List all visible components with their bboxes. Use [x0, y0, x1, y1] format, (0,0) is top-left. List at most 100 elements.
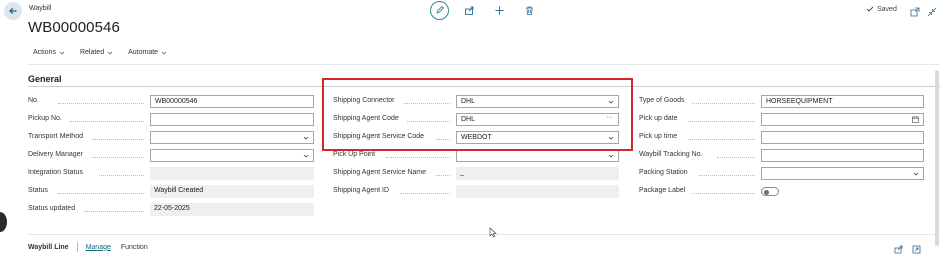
arrow-left-icon: [9, 7, 17, 15]
field-value: Waybill Created: [154, 187, 204, 194]
field-label: Type of Goods: [639, 97, 685, 104]
field-label: Shipping Agent Service Name: [333, 169, 426, 176]
chevron-down-icon: [161, 51, 167, 54]
field-row-no: No. WB00000546: [28, 95, 314, 108]
status-field: Waybill Created: [150, 185, 314, 198]
share-icon: [464, 6, 473, 15]
pick-up-time-field[interactable]: [761, 131, 924, 144]
field-label: Integration Status: [28, 169, 83, 176]
chevron-down-icon: [608, 154, 614, 158]
waybill-tracking-no-field[interactable]: [761, 149, 924, 162]
open-new-window-button[interactable]: [910, 4, 920, 17]
field-label: Pickup No.: [28, 115, 62, 122]
pick-up-date-field[interactable]: [761, 113, 924, 126]
label-leader-dots: [688, 139, 755, 140]
pencil-icon: [435, 5, 444, 14]
field-label: Waybill Tracking No.: [639, 151, 703, 158]
field-row-type-of-goods: Type of Goods HORSEEQUIPMENT: [639, 95, 924, 108]
field-value: _: [460, 169, 464, 176]
tab-function[interactable]: Function: [121, 244, 148, 251]
page-title: WB00000546: [28, 19, 120, 36]
field-label: Pick up date: [639, 115, 678, 122]
chevron-down-icon: [303, 154, 309, 158]
field-value: WB00000546: [155, 98, 198, 105]
side-handle[interactable]: [0, 212, 7, 232]
expand-icon: [912, 245, 921, 254]
label-leader-dots: [699, 175, 755, 176]
trash-icon: [525, 6, 533, 15]
field-label: Pick Up Point: [333, 151, 376, 158]
share-button[interactable]: [463, 4, 475, 16]
edit-button[interactable]: [430, 0, 449, 20]
shipping-agent-id-field: [456, 185, 619, 198]
share-icon: [894, 245, 903, 254]
field-label: Status updated: [28, 205, 76, 212]
chevron-down-icon: [107, 51, 113, 54]
field-label: Packing Station: [639, 169, 688, 176]
label-leader-dots: [691, 193, 755, 194]
separator: [76, 242, 78, 252]
delivery-manager-dropdown[interactable]: [150, 149, 314, 162]
saved-status: Saved: [866, 5, 897, 13]
field-value: HORSEEQUIPMENT: [766, 98, 833, 105]
collapse-icon: [927, 7, 937, 17]
label-leader-dots: [84, 211, 144, 212]
field-row-pickup-no: Pickup No.: [28, 113, 314, 126]
field-row-package-label: Package Label: [639, 185, 924, 198]
scrollbar[interactable]: [935, 70, 939, 246]
field-row-waybill-tracking-no: Waybill Tracking No.: [639, 149, 924, 162]
back-button[interactable]: [4, 2, 22, 20]
label-leader-dots: [91, 157, 144, 158]
field-row-status: Status Waybill Created: [28, 185, 314, 198]
menu-automate[interactable]: Automate: [128, 49, 167, 56]
lines-bar: Waybill Line Manage Function: [28, 242, 148, 252]
collapse-button[interactable]: [927, 4, 937, 17]
field-row-shipping-agent-service-name: Shipping Agent Service Name _: [333, 167, 619, 180]
new-button[interactable]: [493, 4, 505, 16]
check-icon: [866, 6, 874, 12]
package-label-toggle[interactable]: [761, 187, 779, 196]
label-leader-dots: [691, 103, 755, 104]
tab-manage[interactable]: Manage: [86, 244, 111, 251]
lines-expand-button[interactable]: [912, 241, 921, 254]
field-label: No.: [28, 97, 39, 104]
field-row-pick-up-date: Pick up date: [639, 113, 924, 126]
pickup-no-field[interactable]: [150, 113, 314, 126]
lines-title[interactable]: Waybill Line: [28, 244, 69, 251]
lines-divider: [28, 234, 940, 235]
field-row-pick-up-time: Pick up time: [639, 131, 924, 144]
field-value: 22-05-2025: [154, 205, 190, 212]
toggle-knob: [764, 189, 769, 195]
plus-icon: [495, 6, 503, 14]
saved-label: Saved: [877, 5, 897, 13]
action-menu-bar: Actions Related Automate: [33, 49, 167, 56]
label-leader-dots: [400, 193, 450, 194]
chevron-down-icon: [303, 136, 309, 140]
chevron-down-icon: [59, 51, 65, 54]
field-label: Shipping Agent ID: [333, 187, 390, 194]
menu-actions[interactable]: Actions: [33, 49, 65, 56]
menu-divider: [28, 64, 940, 65]
transport-method-dropdown[interactable]: [150, 131, 314, 144]
label-leader-dots: [58, 103, 144, 104]
packing-station-dropdown[interactable]: [761, 167, 924, 180]
label-leader-dots: [385, 157, 450, 158]
mouse-cursor-icon: [489, 227, 497, 238]
field-row-integration-status: Integration Status: [28, 167, 314, 180]
shipping-agent-service-name-field: _: [456, 167, 619, 180]
no-field[interactable]: WB00000546: [150, 95, 314, 108]
delete-button[interactable]: [523, 4, 535, 16]
label-leader-dots: [688, 121, 755, 122]
type-of-goods-field[interactable]: HORSEEQUIPMENT: [761, 95, 924, 108]
label-leader-dots: [717, 157, 755, 158]
field-row-delivery-manager: Delivery Manager: [28, 149, 314, 162]
field-row-packing-station: Packing Station: [639, 167, 924, 180]
label-leader-dots: [436, 175, 450, 176]
highlight-box: [322, 78, 633, 151]
field-label: Pick up time: [639, 133, 678, 140]
section-title-general[interactable]: General: [28, 74, 62, 84]
field-row-shipping-agent-id: Shipping Agent ID: [333, 185, 619, 198]
menu-related[interactable]: Related: [80, 49, 113, 56]
field-label: Status: [28, 187, 48, 194]
lines-share-button[interactable]: [894, 241, 903, 254]
